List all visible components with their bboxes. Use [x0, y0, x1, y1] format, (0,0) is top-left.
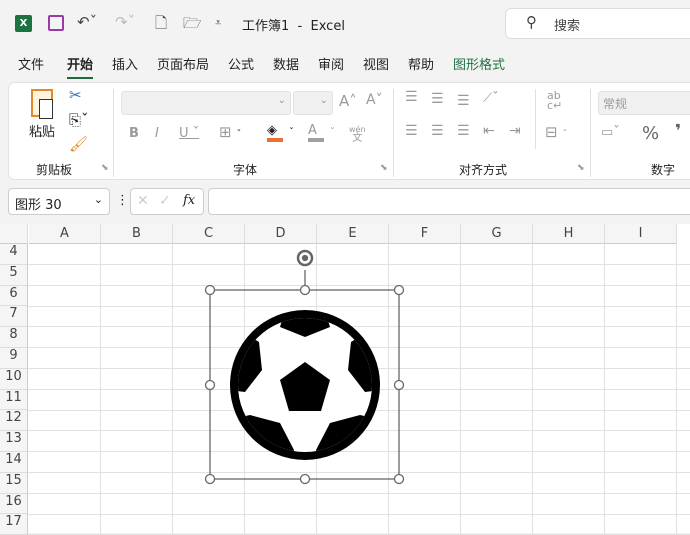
resize-handle-nw	[204, 284, 216, 296]
rotate-handle-icon[interactable]	[296, 249, 314, 267]
resize-handle-s	[299, 473, 311, 485]
resize-handle-n	[299, 284, 311, 296]
resize-handle-e	[393, 379, 405, 391]
resize-handle-se	[393, 473, 405, 485]
resize-handle-ne	[393, 284, 405, 296]
selected-shape[interactable]	[0, 0, 690, 533]
resize-handle-sw	[204, 473, 216, 485]
resize-handle-w	[204, 379, 216, 391]
soccer-ball-icon[interactable]	[228, 300, 382, 470]
